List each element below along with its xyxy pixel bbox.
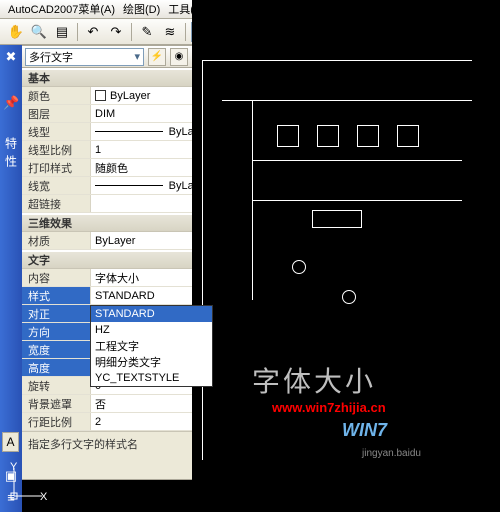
tb-pan-icon[interactable]: ✋ (6, 22, 26, 42)
row-layer[interactable]: 图层DIM (22, 105, 213, 123)
cad-line (222, 100, 472, 101)
cad-symbol (312, 210, 362, 228)
style-option[interactable]: HZ (91, 322, 212, 338)
chevron-down-icon: ▾ (134, 50, 140, 63)
row-color[interactable]: 颜色ByLayer (22, 87, 213, 105)
tb-stack-icon[interactable]: ≋ (160, 22, 180, 42)
row-material[interactable]: 材质ByLayer (22, 232, 213, 250)
drawing-canvas[interactable]: 字体大小 www.win7zhijia.cn WIN7 jingyan.baid… (192, 0, 500, 512)
object-type-select[interactable]: 多行文字 ▾ (25, 48, 144, 66)
cad-symbol (397, 125, 419, 147)
row-style[interactable]: 样式 STANDARD▾ STANDARD HZ 工程文字 明细分类文字 YC_… (22, 287, 213, 305)
cad-text-entity: 字体大小 (252, 360, 376, 400)
cad-node (292, 260, 306, 274)
group-text: 文字 内容字体大小 样式 STANDARD▾ STANDARD HZ 工程文字 … (22, 250, 213, 431)
linetype-sample (95, 131, 163, 132)
style-option[interactable]: 明细分类文字 (91, 354, 212, 370)
tab-a[interactable]: A (2, 432, 19, 452)
group-text-header[interactable]: 文字 (22, 251, 213, 269)
cad-line (202, 60, 472, 61)
cad-symbol (317, 125, 339, 147)
panel-header: 多行文字 ▾ ⚡ ◉ ▦ (22, 46, 213, 68)
separator (131, 23, 132, 41)
ucs-icon: Y X (8, 462, 48, 502)
cad-line (252, 100, 253, 300)
style-option[interactable]: STANDARD (91, 306, 212, 322)
properties-panel: 多行文字 ▾ ⚡ ◉ ▦ 基本 颜色ByLayer 图层DIM 线型ByLaye… (22, 45, 214, 480)
tb-redo-icon[interactable]: ↷ (106, 22, 126, 42)
menu-autocad[interactable]: AutoCAD2007菜单(A) (4, 0, 119, 19)
cad-node (342, 290, 356, 304)
tb-undo-icon[interactable]: ↶ (83, 22, 103, 42)
watermark-url: www.win7zhijia.cn (272, 400, 386, 415)
row-content[interactable]: 内容字体大小 (22, 269, 213, 287)
style-option[interactable]: 工程文字 (91, 338, 212, 354)
tb-zoom-icon[interactable]: 🔍 (29, 22, 49, 42)
row-bgmask[interactable]: 背景遮罩否 (22, 395, 213, 413)
row-ltscale[interactable]: 线型比例1 (22, 141, 213, 159)
row-lineweight[interactable]: 线宽ByLayer (22, 177, 213, 195)
cad-symbol (277, 125, 299, 147)
watermark-sub: jingyan.baidu (362, 448, 421, 459)
row-linetype[interactable]: 线型ByLayer (22, 123, 213, 141)
panel-title-vertical: 特性 (3, 137, 20, 173)
tb-brush-icon[interactable]: ✎ (137, 22, 157, 42)
color-swatch-icon (95, 90, 106, 101)
watermark-brand: WIN7 (342, 420, 387, 441)
lineweight-sample (95, 185, 163, 186)
group-basic: 基本 颜色ByLayer 图层DIM 线型ByLayer 线型比例1 打印样式随… (22, 68, 213, 213)
separator (77, 23, 78, 41)
row-plotstyle[interactable]: 打印样式随颜色 (22, 159, 213, 177)
style-option[interactable]: YC_TEXTSTYLE (91, 370, 212, 386)
row-linespace[interactable]: 行距比例2 (22, 413, 213, 431)
group-3d-header[interactable]: 三维效果 (22, 214, 213, 232)
svg-text:Y: Y (10, 462, 18, 473)
row-hyperlink[interactable]: 超链接 (22, 195, 213, 213)
svg-text:X: X (40, 491, 48, 502)
close-icon[interactable]: ✖ (3, 49, 19, 65)
tb-layers-icon[interactable]: ▤ (52, 22, 72, 42)
menu-draw[interactable]: 绘图(D) (119, 0, 164, 19)
cad-line (252, 200, 462, 201)
group-basic-header[interactable]: 基本 (22, 69, 213, 87)
cad-line (202, 60, 203, 460)
property-hint: 指定多行文字的样式名 (22, 431, 213, 479)
style-dropdown-list: STANDARD HZ 工程文字 明细分类文字 YC_TEXTSTYLE (90, 305, 213, 387)
cad-line (252, 160, 462, 161)
separator (185, 23, 186, 41)
pickadd-icon[interactable]: ◉ (170, 48, 188, 66)
object-type-text: 多行文字 (29, 49, 73, 65)
quickselect-icon[interactable]: ⚡ (148, 48, 166, 66)
cad-symbol (357, 125, 379, 147)
pin-icon[interactable]: 📌 (3, 95, 19, 111)
group-3d: 三维效果 材质ByLayer (22, 213, 213, 250)
